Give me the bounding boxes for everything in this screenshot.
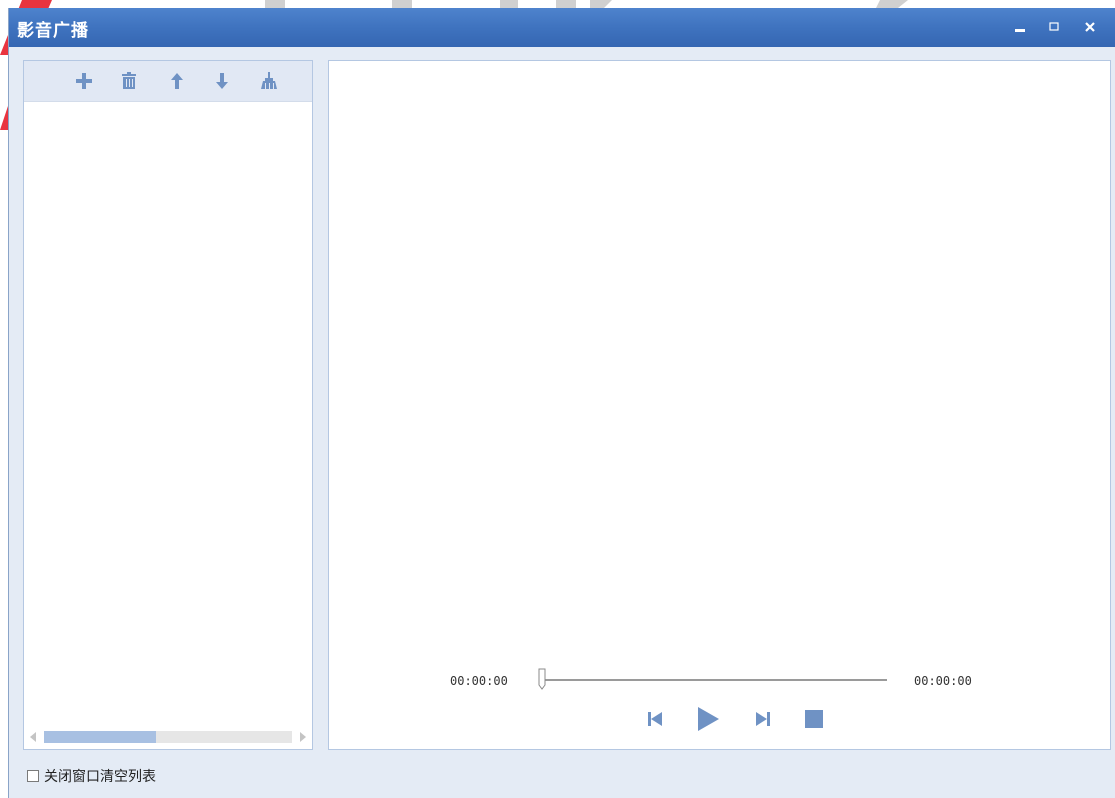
playlist-toolbar	[24, 61, 312, 102]
next-button[interactable]	[749, 705, 777, 733]
trash-icon	[122, 72, 136, 89]
stop-button[interactable]	[800, 705, 828, 733]
video-display-panel: 00:00:00 00:00:00	[328, 60, 1111, 750]
add-file-button[interactable]	[72, 69, 96, 93]
clear-on-close-label: 关闭窗口清空列表	[44, 769, 156, 785]
seek-bar[interactable]	[541, 679, 887, 681]
close-icon	[1085, 22, 1095, 32]
maximize-button[interactable]	[1041, 15, 1067, 39]
maximize-icon	[1049, 22, 1059, 31]
clear-on-close-option[interactable]: 关闭窗口清空列表	[27, 766, 156, 786]
clear-list-button[interactable]	[257, 69, 281, 93]
play-icon	[698, 707, 719, 731]
scrollbar-thumb[interactable]	[44, 731, 156, 743]
previous-button[interactable]	[641, 705, 669, 733]
play-button[interactable]	[694, 705, 722, 733]
title-bar[interactable]: 影音广播	[9, 8, 1115, 47]
media-broadcast-window: 影音广播 00:00:00 00:00:00 关闭窗口清空列表	[8, 8, 1115, 798]
previous-icon	[648, 712, 662, 726]
window-title: 影音广播	[17, 21, 89, 41]
clear-on-close-checkbox[interactable]	[27, 770, 39, 782]
arrow-up-icon	[171, 73, 183, 89]
close-button[interactable]	[1077, 15, 1103, 39]
move-up-button[interactable]	[165, 69, 189, 93]
seek-handle[interactable]	[537, 668, 547, 690]
total-time: 00:00:00	[914, 674, 972, 688]
scroll-right-icon[interactable]	[298, 731, 308, 743]
next-icon	[756, 712, 770, 726]
playlist-panel	[23, 60, 313, 750]
arrow-down-icon	[216, 73, 228, 89]
current-time: 00:00:00	[450, 674, 508, 688]
move-down-button[interactable]	[210, 69, 234, 93]
delete-file-button[interactable]	[117, 69, 141, 93]
playlist-list[interactable]	[24, 102, 312, 725]
scroll-left-icon[interactable]	[28, 731, 38, 743]
plus-icon	[76, 73, 92, 89]
broom-icon	[261, 72, 277, 89]
stop-icon	[805, 710, 823, 728]
minimize-icon	[1015, 29, 1025, 32]
minimize-button[interactable]	[1007, 15, 1033, 39]
horizontal-scrollbar[interactable]	[28, 729, 308, 745]
scrollbar-track[interactable]	[44, 731, 292, 743]
